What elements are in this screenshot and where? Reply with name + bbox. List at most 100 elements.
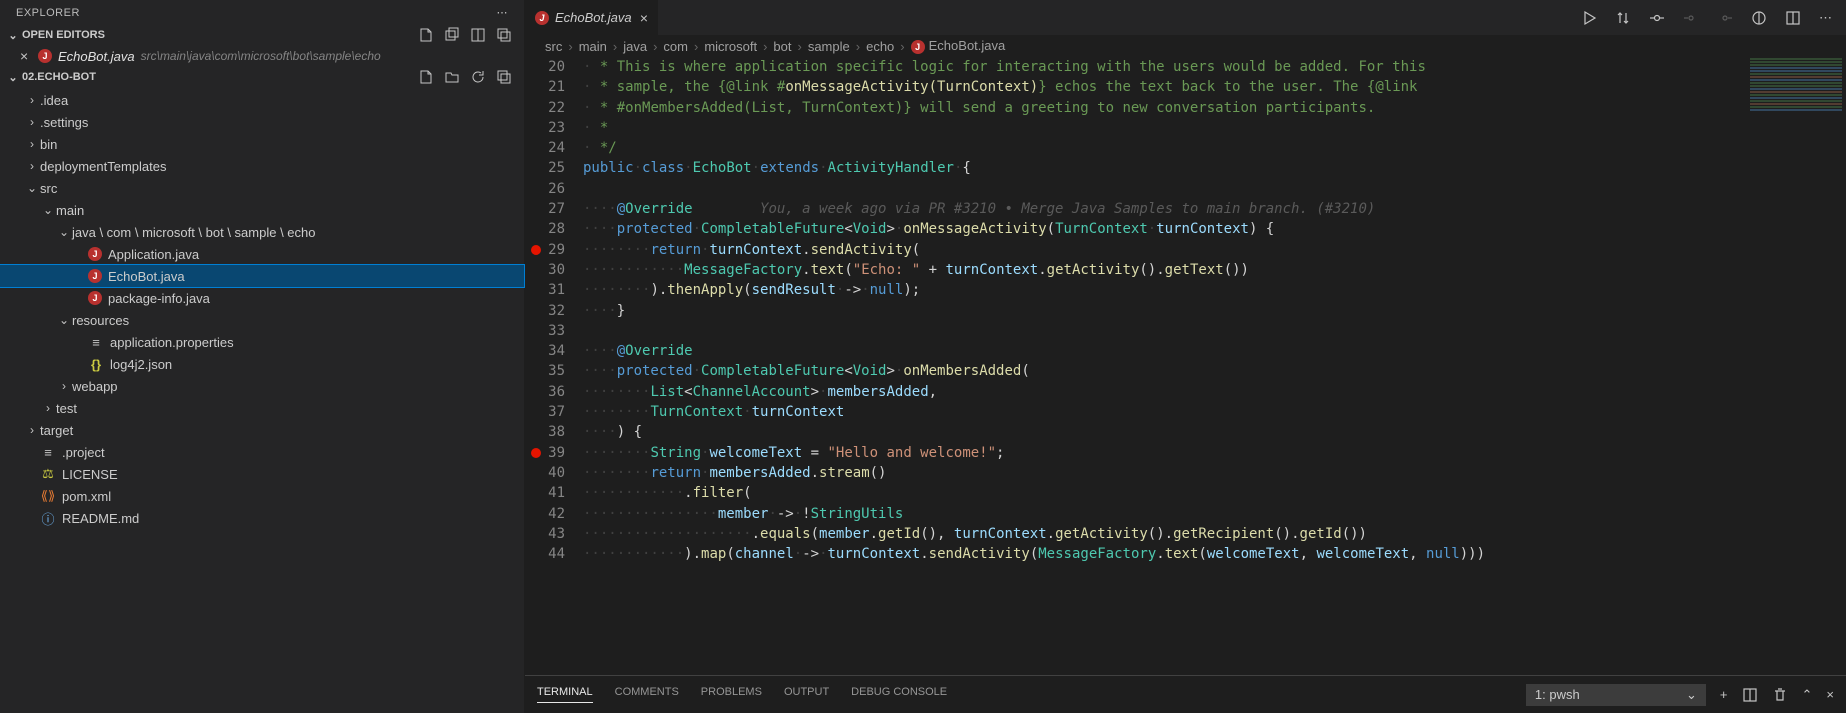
next-change-icon[interactable]	[1717, 10, 1733, 26]
more-actions-icon[interactable]: ⋯	[1819, 10, 1832, 26]
breakpoint-icon[interactable]	[531, 448, 541, 458]
java-icon: J	[88, 291, 102, 305]
maximize-panel-icon[interactable]: ⌃	[1802, 687, 1813, 703]
panel-tab-terminal[interactable]: TERMINAL	[537, 686, 593, 703]
tree-item-label: LICENSE	[62, 467, 118, 482]
close-icon[interactable]: ×	[640, 10, 648, 26]
tree-folder[interactable]: ⌄resources	[0, 309, 524, 331]
properties-icon: ≡	[88, 334, 104, 350]
tab-echobot[interactable]: J EchoBot.java ×	[525, 0, 659, 35]
breadcrumb-segment[interactable]: sample	[808, 39, 850, 54]
tree-folder[interactable]: ⌄main	[0, 199, 524, 221]
close-panel-icon[interactable]: ×	[1826, 687, 1834, 702]
run-icon[interactable]	[1581, 10, 1597, 26]
close-icon[interactable]: ×	[20, 48, 38, 64]
breadcrumb-segment[interactable]: src	[545, 39, 562, 54]
breadcrumb-segment[interactable]: com	[663, 39, 688, 54]
tree-file[interactable]: JApplication.java	[0, 243, 524, 265]
breadcrumb-segment[interactable]: microsoft	[704, 39, 757, 54]
chevron-icon: ›	[56, 379, 72, 393]
tree-item-label: pom.xml	[62, 489, 111, 504]
breadcrumb-segment[interactable]: main	[579, 39, 607, 54]
breadcrumb-segment[interactable]: java	[623, 39, 647, 54]
java-icon: J	[535, 11, 549, 25]
split-terminal-icon[interactable]	[1742, 687, 1758, 703]
breadcrumb-segment[interactable]: JEchoBot.java	[911, 38, 1006, 54]
tree-folder[interactable]: ⌄src	[0, 177, 524, 199]
chevron-down-icon: ⌄	[4, 71, 22, 84]
tree-file[interactable]: {}log4j2.json	[0, 353, 524, 375]
open-editors-label: OPEN EDITORS	[22, 29, 418, 41]
tree-folder[interactable]: ›test	[0, 397, 524, 419]
tree-folder[interactable]: ›.idea	[0, 89, 524, 111]
tree-file[interactable]: JEchoBot.java	[0, 265, 524, 287]
tree-file[interactable]: ⓘREADME.md	[0, 507, 524, 529]
tree-item-label: webapp	[72, 379, 118, 394]
breadcrumb[interactable]: src›main›java›com›microsoft›bot›sample›e…	[525, 35, 1846, 57]
breakpoint-icon[interactable]	[531, 245, 541, 255]
chevron-icon: ›	[24, 115, 40, 129]
breadcrumb-segment[interactable]: echo	[866, 39, 894, 54]
file-tree: ›.idea›.settings›bin›deploymentTemplates…	[0, 87, 524, 529]
minimap[interactable]	[1746, 57, 1846, 207]
tree-folder[interactable]: ⌄java \ com \ microsoft \ bot \ sample \…	[0, 221, 524, 243]
panel-tab-output[interactable]: OUTPUT	[784, 686, 829, 703]
explorer-more-icon[interactable]: ⋯	[497, 6, 509, 19]
breadcrumb-segment[interactable]: bot	[773, 39, 791, 54]
tab-label: EchoBot.java	[555, 10, 632, 25]
terminal-select-label: 1: pwsh	[1535, 687, 1580, 702]
chevron-down-icon: ⌄	[4, 29, 22, 42]
properties-icon: ≡	[40, 444, 56, 460]
toggle-layout-icon[interactable]	[470, 27, 486, 43]
tree-file[interactable]: ⟪⟫ pom.xml	[0, 485, 524, 507]
trash-icon[interactable]	[1772, 687, 1788, 703]
tree-file[interactable]: Jpackage-info.java	[0, 287, 524, 309]
close-all-icon[interactable]	[496, 27, 512, 43]
tree-file[interactable]: ≡application.properties	[0, 331, 524, 353]
panel-tab-debug-console[interactable]: DEBUG CONSOLE	[851, 686, 947, 703]
new-folder-icon[interactable]	[444, 69, 460, 85]
chevron-right-icon: ›	[568, 39, 572, 54]
tab-bar: J EchoBot.java × ⋯	[525, 0, 1846, 35]
new-file-icon[interactable]	[418, 69, 434, 85]
git-commit-icon[interactable]	[1649, 10, 1665, 26]
tree-file[interactable]: ≡ .project	[0, 441, 524, 463]
chevron-icon: ›	[40, 401, 56, 415]
open-editor-item[interactable]: × J EchoBot.java src\main\java\com\micro…	[0, 45, 524, 67]
new-terminal-icon[interactable]: +	[1720, 687, 1728, 702]
open-editor-filename: EchoBot.java	[58, 49, 135, 64]
xml-icon: ⟪⟫	[40, 488, 56, 504]
collapse-all-icon[interactable]	[496, 69, 512, 85]
tree-folder[interactable]: ›webapp	[0, 375, 524, 397]
tree-folder[interactable]: ›.settings	[0, 111, 524, 133]
diff-icon[interactable]	[1751, 10, 1767, 26]
tree-folder[interactable]: ›deploymentTemplates	[0, 155, 524, 177]
refresh-icon[interactable]	[470, 69, 486, 85]
tree-file[interactable]: ⚖LICENSE	[0, 463, 524, 485]
java-icon: J	[38, 49, 52, 63]
tree-item-label: README.md	[62, 511, 139, 526]
tree-item-label: .project	[62, 445, 105, 460]
terminal-select[interactable]: 1: pwsh ⌄	[1526, 684, 1706, 706]
code-content[interactable]: · * This is where application specific l…	[583, 57, 1846, 675]
open-editors-header[interactable]: ⌄ OPEN EDITORS	[0, 25, 524, 45]
tree-folder[interactable]: ›bin	[0, 133, 524, 155]
chevron-right-icon: ›	[653, 39, 657, 54]
line-gutter[interactable]: 2021222324252627282930313233343536373839…	[525, 57, 583, 675]
prev-change-icon[interactable]	[1683, 10, 1699, 26]
panel-tab-comments[interactable]: COMMENTS	[615, 686, 679, 703]
open-editor-filepath: src\main\java\com\microsoft\bot\sample\e…	[141, 49, 381, 63]
explorer-title: EXPLORER	[16, 7, 80, 19]
panel-tab-problems[interactable]: PROBLEMS	[701, 686, 762, 703]
editor-body: 2021222324252627282930313233343536373839…	[525, 57, 1846, 675]
explorer-sidebar: EXPLORER ⋯ ⌄ OPEN EDITORS × J EchoBot.ja…	[0, 0, 525, 713]
tree-item-label: Application.java	[108, 247, 199, 262]
new-file-icon[interactable]	[418, 27, 434, 43]
save-all-icon[interactable]	[444, 27, 460, 43]
compare-icon[interactable]	[1615, 10, 1631, 26]
tree-folder[interactable]: ›target	[0, 419, 524, 441]
tree-item-label: bin	[40, 137, 57, 152]
split-editor-icon[interactable]	[1785, 10, 1801, 26]
workspace-header[interactable]: ⌄ 02.ECHO-BOT	[0, 67, 524, 87]
editor-area: J EchoBot.java × ⋯ src›main›java›com›mic…	[525, 0, 1846, 713]
